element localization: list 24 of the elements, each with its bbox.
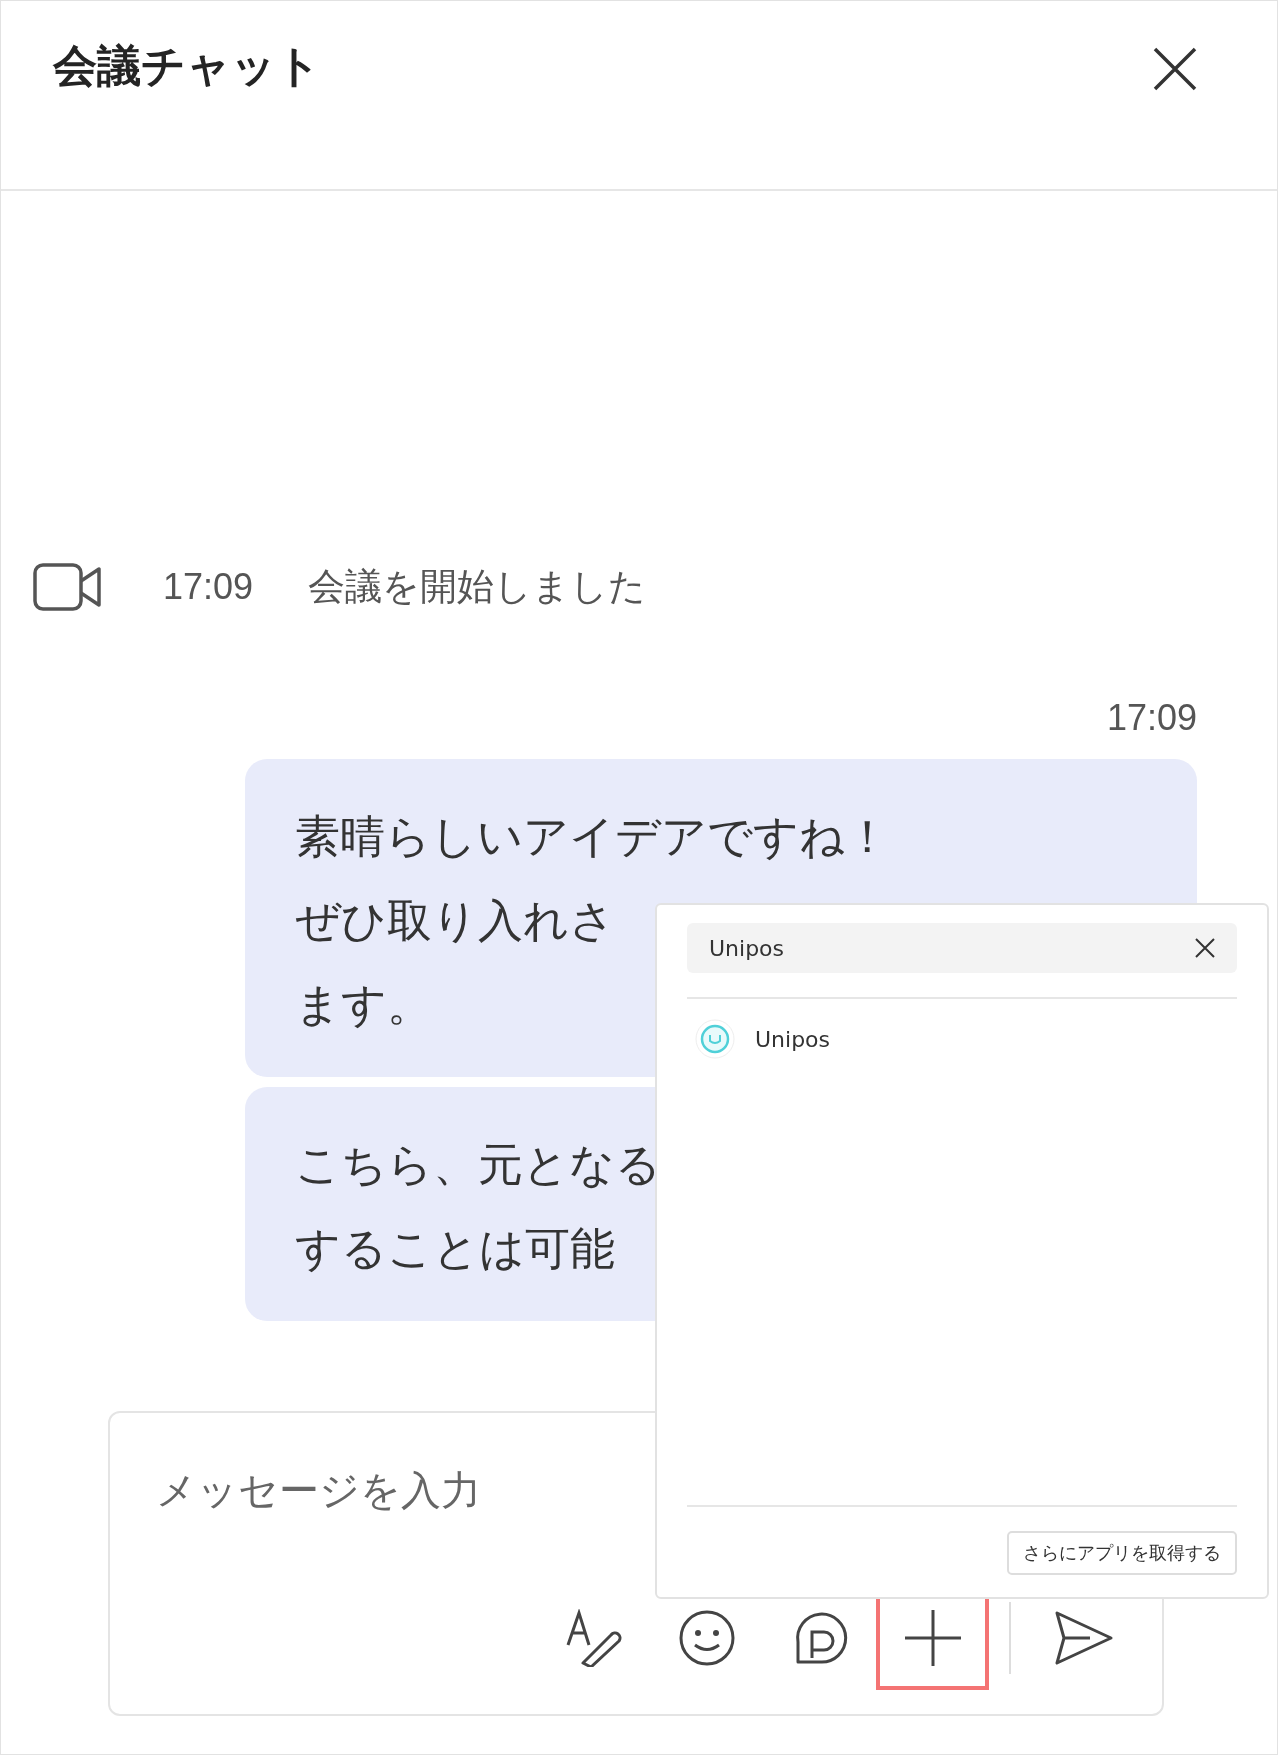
close-button[interactable] (1151, 45, 1199, 93)
message-text: ます。 (295, 977, 432, 1033)
message-text: することは可能 (295, 1221, 615, 1277)
get-more-apps-button[interactable]: さらにアプリを取得する (1007, 1531, 1237, 1575)
search-value: Unipos (709, 935, 785, 961)
app-item[interactable]: Unipos (687, 1019, 831, 1059)
app-search-field[interactable]: Unipos (687, 923, 1237, 973)
plus-icon (904, 1609, 961, 1666)
message-placeholder: メッセージを入力 (156, 1466, 481, 1515)
format-icon (564, 1608, 623, 1667)
window-title: 会議チャット (53, 39, 321, 93)
message-text: こちら、元となる (295, 1137, 661, 1193)
event-time: 17:09 (163, 566, 254, 608)
message-text: 素晴らしいアイデアですね！ (295, 809, 890, 865)
message-text: ぜひ取り入れさ (295, 893, 615, 949)
close-icon (1151, 45, 1199, 93)
app-logo-icon (695, 1019, 735, 1059)
close-icon (1195, 938, 1215, 958)
event-text: 会議を開始しました (308, 564, 647, 610)
emoji-icon (677, 1608, 736, 1667)
message-time: 17:09 (1106, 697, 1197, 739)
clear-button[interactable] (1195, 938, 1215, 958)
send-icon (1053, 1609, 1114, 1666)
video-camera-icon (33, 563, 103, 611)
